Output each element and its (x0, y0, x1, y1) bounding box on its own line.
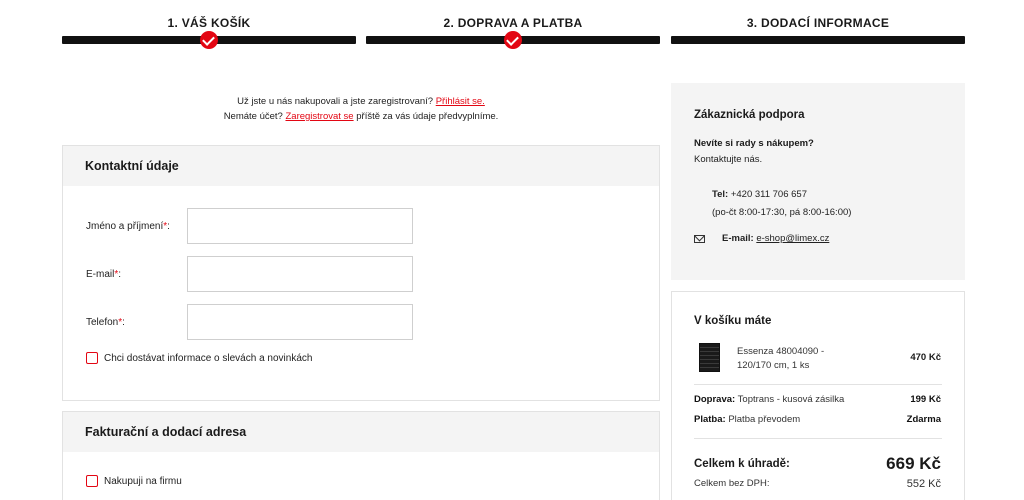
phone-label: Telefon*: (86, 317, 125, 328)
name-label: Jméno a příjmení*: (86, 221, 170, 232)
support-email: E-mail: e-shop@limex.cz (694, 233, 829, 244)
step-progress-bar (671, 36, 965, 44)
total-label: Celkem k úhradě: (694, 458, 790, 470)
email-input[interactable] (187, 256, 413, 292)
contact-panel-title: Kontaktní údaje (63, 146, 659, 186)
phone-label: Tel: (712, 189, 729, 200)
net-value: 552 Kč (906, 478, 941, 490)
required-mark: * (118, 317, 123, 328)
payment-price: Zdarma (906, 414, 941, 425)
email-label: E-mail: (722, 233, 754, 244)
shipping-row: Doprava: Toptrans - kusová zásilka 199 K… (694, 394, 941, 405)
shipping-value: Toptrans - kusová zásilka (737, 394, 845, 405)
cart-summary: V košíku máte Essenza 48004090 - 120/170… (671, 291, 965, 500)
net-label: Celkem bez DPH: (694, 478, 770, 489)
cart-item-price: 470 Kč (910, 352, 941, 363)
step-cart[interactable]: 1. VÁŠ KOŠÍK (62, 0, 356, 50)
shipping-label: Doprava: (694, 394, 736, 405)
phone-input[interactable] (187, 304, 413, 340)
name-input[interactable] (187, 208, 413, 244)
company-checkbox[interactable] (86, 475, 98, 487)
email-label: E-mail*: (86, 269, 122, 280)
contact-panel: Kontaktní údaje Jméno a příjmení*: E-mai… (62, 145, 660, 401)
billing-panel-title: Fakturační a dodací adresa (63, 412, 659, 452)
support-phone: Tel: +420 311 706 657 (712, 189, 807, 200)
required-mark: * (114, 269, 119, 280)
company-label: Nakupuji na firmu (104, 475, 182, 487)
payment-row: Platba: Platba převodem Zdarma (694, 414, 941, 425)
register-info-text: Nemáte účet? (223, 111, 283, 122)
phone-value: +420 311 706 657 (730, 189, 807, 200)
step-label: 1. VÁŠ KOŠÍK (167, 16, 251, 30)
payment-value: Platba převodem (728, 414, 801, 425)
support-contact-text: Kontaktujte nás. (694, 154, 763, 165)
newsletter-checkbox[interactable] (86, 352, 98, 364)
newsletter-label: Chci dostávat informace o slevách a novi… (104, 352, 313, 364)
newsletter-option[interactable]: Chci dostávat informace o slevách a novi… (86, 352, 312, 364)
name-label-text: Jméno a příjmení (86, 221, 164, 232)
required-mark: * (163, 221, 168, 232)
checkout-steps: 1. VÁŠ KOŠÍK 2. DOPRAVA A PLATBA 3. DODA… (62, 0, 965, 50)
step-label: 2. DOPRAVA A PLATBA (443, 16, 583, 30)
payment-label: Platba: (694, 414, 726, 425)
net-row: Celkem bez DPH: 552 Kč (694, 478, 941, 490)
total-value: 669 Kč (886, 454, 941, 473)
support-question: Nevíte si rady s nákupem? (694, 138, 814, 149)
product-thumbnail (699, 343, 720, 372)
company-option[interactable]: Nakupuji na firmu (86, 475, 182, 487)
login-info: Už jste u nás nakupovali a jste zaregist… (62, 94, 660, 124)
step-shipping-payment[interactable]: 2. DOPRAVA A PLATBA (366, 0, 660, 50)
support-hours: (po-čt 8:00-17:30, pá 8:00-16:00) (712, 207, 852, 218)
shipping-price: 199 Kč (910, 394, 941, 405)
cart-item-name: Essenza 48004090 - 120/170 cm, 1 ks (737, 346, 825, 371)
divider (694, 438, 942, 439)
register-link[interactable]: Zaregistrovat se (285, 111, 353, 122)
login-info-text: Už jste u nás nakupovali a jste zaregist… (237, 96, 434, 107)
check-icon (504, 31, 522, 49)
cart-title: V košíku máte (694, 315, 772, 327)
step-delivery-info: 3. DODACÍ INFORMACE (671, 0, 965, 50)
support-title: Zákaznická podpora (694, 109, 805, 121)
email-label-text: E-mail (86, 269, 115, 280)
phone-label-text: Telefon (86, 317, 119, 328)
check-icon (200, 31, 218, 49)
login-link[interactable]: Přihlásit se. (436, 96, 485, 107)
envelope-icon (694, 234, 705, 243)
customer-support-box: Zákaznická podpora Nevíte si rady s náku… (671, 83, 965, 280)
register-info-text-after: příště za vás údaje předvyplníme. (356, 111, 499, 122)
billing-panel: Fakturační a dodací adresa Nakupuji na f… (62, 411, 660, 500)
email-link[interactable]: e-shop@limex.cz (756, 233, 829, 244)
divider (694, 384, 942, 385)
step-label: 3. DODACÍ INFORMACE (746, 16, 890, 30)
